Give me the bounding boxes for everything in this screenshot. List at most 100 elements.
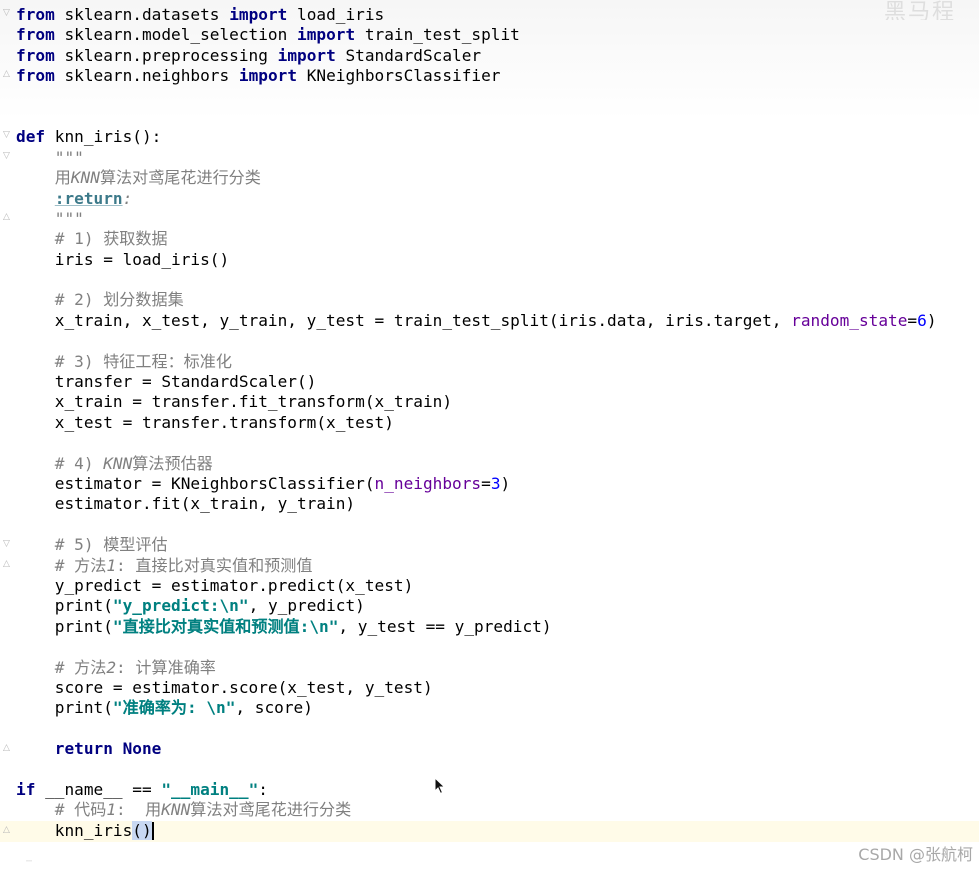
- fold-marker-icon[interactable]: △: [3, 826, 11, 835]
- code-text: , y_predict): [248, 596, 365, 616]
- comment: # 代码: [16, 800, 107, 820]
- fold-marker-icon[interactable]: △: [3, 70, 11, 79]
- code-text: print(: [16, 616, 113, 636]
- watermark: CSDN @张航柯: [858, 845, 973, 864]
- empty-line[interactable]: [16, 331, 937, 351]
- code-editor[interactable]: 黑马程序员 ▽ △ ▽ ▽ △ ▽ △ △ △ from sklearn.dat…: [0, 0, 979, 872]
- comment: # 4): [16, 453, 104, 473]
- docstring: 用: [16, 168, 71, 188]
- fold-marker-icon[interactable]: △: [3, 744, 11, 753]
- empty-line[interactable]: [16, 515, 937, 535]
- code-line[interactable]: knn_iris(): [16, 820, 937, 841]
- comment: # 1) 获取数据: [16, 229, 168, 249]
- code-text: score = estimator.score(x_test, y_test): [16, 677, 433, 697]
- code-text: x_train = transfer.fit_transform(x_train…: [16, 392, 453, 412]
- gutter: ▽ △ ▽ ▽ △ ▽ △ △ △: [0, 0, 14, 872]
- code-text: estimator.fit(x_train, y_train): [16, 494, 356, 514]
- code-text: , y_test == y_predict): [338, 616, 552, 636]
- code-line[interactable]: estimator = KNeighborsClassifier(n_neigh…: [16, 474, 937, 494]
- comment: # 5) 模型评估: [16, 535, 168, 555]
- keyword: import: [297, 25, 356, 45]
- comment: KNN: [161, 800, 191, 820]
- code-line[interactable]: from sklearn.preprocessing import Standa…: [16, 46, 937, 66]
- empty-line[interactable]: [16, 637, 937, 657]
- code-line[interactable]: # 2) 划分数据集: [16, 290, 937, 310]
- code-line[interactable]: transfer = StandardScaler(): [16, 372, 937, 392]
- code-line[interactable]: # 方法2: 计算准确率: [16, 658, 937, 678]
- keyword: import: [277, 45, 336, 65]
- code-line[interactable]: x_train = transfer.fit_transform(x_train…: [16, 392, 937, 412]
- code-line[interactable]: x_test = transfer.transform(x_test): [16, 413, 937, 433]
- code-line[interactable]: # 3) 特征工程：标准化: [16, 352, 937, 372]
- empty-line[interactable]: [16, 433, 937, 453]
- keyword: from: [16, 25, 55, 45]
- code-line[interactable]: x_train, x_test, y_train, y_test = train…: [16, 311, 937, 331]
- code-line[interactable]: """: [16, 148, 937, 168]
- code-lines[interactable]: from sklearn.datasets import load_iris f…: [16, 5, 937, 841]
- code-line[interactable]: score = estimator.score(x_test, y_test): [16, 678, 937, 698]
- code-text: print(: [16, 698, 113, 718]
- code-line[interactable]: # 代码1: 用KNN算法对鸢尾花进行分类: [16, 800, 937, 820]
- empty-line[interactable]: [16, 270, 937, 290]
- comment: # 方法: [16, 555, 107, 575]
- code-text: sklearn.neighbors: [54, 66, 239, 86]
- code-line[interactable]: # 1) 获取数据: [16, 229, 937, 249]
- code-line[interactable]: estimator.fit(x_train, y_train): [16, 494, 937, 514]
- code-line[interactable]: def knn_iris():: [16, 127, 937, 147]
- fold-marker-icon[interactable]: △: [3, 213, 11, 222]
- docstring: """: [16, 147, 84, 167]
- empty-line[interactable]: [16, 719, 937, 739]
- code-line[interactable]: y_predict = estimator.predict(x_test): [16, 576, 937, 596]
- keyword-argument: random_state: [791, 310, 908, 330]
- keyword: if: [16, 779, 36, 799]
- code-line[interactable]: # 方法1: 直接比对真实值和预测值: [16, 556, 937, 576]
- keyword: import: [229, 5, 288, 24]
- keyword: from: [16, 45, 55, 65]
- comment: : 直接比对真实值和预测值: [116, 555, 313, 575]
- comment: : 计算准确率: [116, 657, 216, 677]
- code-line[interactable]: # 5) 模型评估: [16, 535, 937, 555]
- code-text: ): [926, 310, 937, 330]
- comment: KNN: [103, 453, 133, 473]
- code-line[interactable]: :return:: [16, 189, 937, 209]
- string-literal: "__main__": [161, 779, 259, 799]
- fold-marker-icon[interactable]: ▽: [3, 152, 11, 161]
- comment: # 2) 划分数据集: [16, 290, 184, 310]
- number-literal: 3: [490, 473, 501, 493]
- code-line[interactable]: from sklearn.datasets import load_iris: [16, 5, 937, 25]
- empty-line[interactable]: [16, 759, 937, 779]
- code-line[interactable]: 用KNN算法对鸢尾花进行分类: [16, 168, 937, 188]
- code-text: KNeighborsClassifier: [297, 66, 501, 86]
- code-line[interactable]: print("准确率为: \n", score): [16, 698, 937, 718]
- keyword: import: [238, 66, 298, 86]
- string-literal: "直接比对真实值和预测值:\n": [112, 616, 339, 636]
- code-line[interactable]: # 4) KNN算法预估器: [16, 454, 937, 474]
- empty-line[interactable]: [16, 87, 937, 107]
- code-line[interactable]: """: [16, 209, 937, 229]
- code-text: train_test_split: [355, 25, 520, 45]
- fold-marker-icon[interactable]: △: [3, 560, 11, 569]
- comment: : 用: [116, 800, 162, 820]
- empty-line[interactable]: [16, 107, 937, 127]
- code-line[interactable]: if __name__ == "__main__":: [16, 780, 937, 800]
- keyword: return: [54, 739, 113, 759]
- comment: # 3) 特征工程：标准化: [16, 351, 232, 371]
- code-line[interactable]: from sklearn.neighbors import KNeighbors…: [16, 66, 937, 86]
- keyword: def: [16, 127, 46, 147]
- code-line[interactable]: from sklearn.model_selection import trai…: [16, 25, 937, 45]
- fold-marker-icon[interactable]: ▽: [3, 131, 11, 140]
- docstring: """: [16, 208, 84, 228]
- comment: 1: [106, 800, 117, 820]
- code-line[interactable]: print("y_predict:\n", y_predict): [16, 596, 937, 616]
- code-line[interactable]: print("直接比对真实值和预测值:\n", y_test == y_pred…: [16, 617, 937, 637]
- code-text: x_train, x_test, y_train, y_test = train…: [16, 310, 792, 330]
- fold-marker-icon[interactable]: ▽: [3, 9, 11, 18]
- string-literal: "y_predict:\n": [112, 596, 249, 616]
- code-text: , score): [235, 698, 313, 718]
- code-line[interactable]: iris = load_iris(): [16, 250, 937, 270]
- fold-marker-icon[interactable]: ▽: [3, 540, 11, 549]
- gutter-ellipsis: ⋯: [26, 856, 33, 867]
- code-text: sklearn.model_selection: [54, 25, 297, 45]
- code-line[interactable]: return None: [16, 739, 937, 759]
